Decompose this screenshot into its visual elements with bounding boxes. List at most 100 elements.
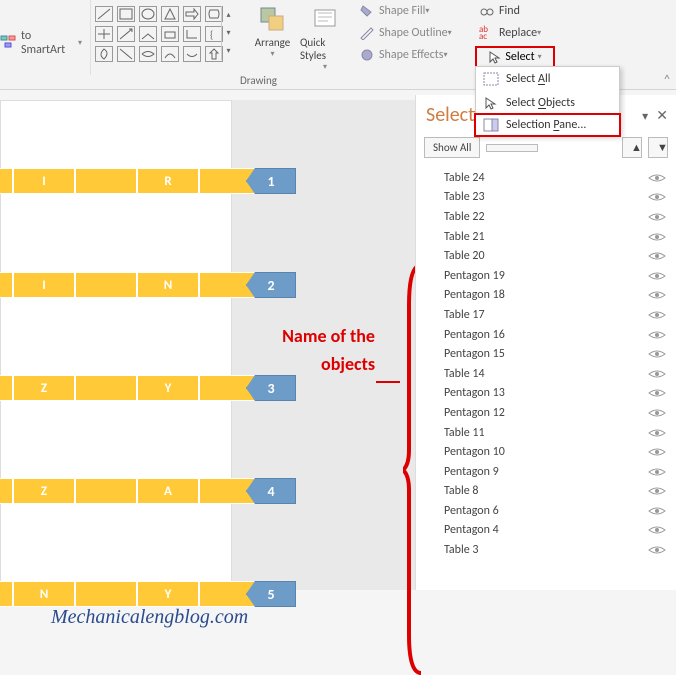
pentagon-shape[interactable]: 5 [246,581,296,607]
table-cell [75,168,137,194]
object-name: Pentagon 16 [444,328,505,342]
object-name: Table 3 [444,543,478,557]
visibility-eye-icon[interactable] [648,250,666,262]
hide-all-button[interactable] [486,144,538,152]
selection-list-item[interactable]: Pentagon 10 [416,442,676,462]
table-row[interactable]: IN [0,272,261,298]
gallery-expand-button[interactable]: ▴▾▾ [221,6,235,60]
visibility-eye-icon[interactable] [648,427,666,439]
visibility-eye-icon[interactable] [648,211,666,223]
dropdown-icon: ▾ [323,62,327,72]
visibility-eye-icon[interactable] [648,191,666,203]
shape-fill-button[interactable]: Shape Fill ▾ [355,0,470,22]
selection-list-item[interactable]: Table 11 [416,423,676,443]
selection-list-item[interactable]: Pentagon 12 [416,403,676,423]
shape-effects-label: Shape Effects [379,48,444,62]
table-cell [0,581,13,607]
selection-list-item[interactable]: Pentagon 18 [416,286,676,306]
shape-outline-button[interactable]: Shape Outline ▾ [355,22,470,44]
slide[interactable]: IR1IN2ZY3ZA4NY5 Mechanicalengblog.com [0,100,232,590]
binoculars-icon [479,4,495,18]
shapes-gallery[interactable]: { ▴▾▾ [90,0,235,75]
pen-icon [359,26,375,40]
table-cell: I [13,168,75,194]
reorder-up-button[interactable]: ▲ [622,137,642,158]
reorder-down-button[interactable]: ▼ [648,137,668,158]
visibility-eye-icon[interactable] [648,348,666,360]
replace-button[interactable]: abac Replace ▾ [475,22,555,44]
dropdown-icon: ▾ [425,6,429,16]
visibility-eye-icon[interactable] [648,172,666,184]
object-name: Pentagon 19 [444,269,505,283]
convert-to-smartart-button[interactable]: to SmartArt ▾ [0,28,82,58]
visibility-eye-icon[interactable] [648,505,666,517]
pane-options-button[interactable]: ▾ ✕ [642,107,668,124]
quick-styles-button[interactable]: Quick Styles ▾ [300,0,350,75]
select-all-label: Select All [506,72,550,86]
visibility-eye-icon[interactable] [648,289,666,301]
svg-text:{: { [210,28,213,40]
show-all-button[interactable]: Show All [424,137,480,158]
selection-list-item[interactable]: Pentagon 16 [416,325,676,345]
pane-close-button[interactable]: ✕ [656,107,668,124]
selection-list-item[interactable]: Pentagon 19 [416,266,676,286]
visibility-eye-icon[interactable] [648,270,666,282]
visibility-eye-icon[interactable] [648,368,666,380]
selection-list-item[interactable]: Table 21 [416,227,676,247]
quick-styles-label: Quick Styles [300,36,350,62]
table-row[interactable]: NY [0,581,261,607]
visibility-eye-icon[interactable] [648,407,666,419]
visibility-eye-icon[interactable] [648,309,666,321]
object-name: Table 8 [444,484,478,498]
visibility-eye-icon[interactable] [648,446,666,458]
selection-list-item[interactable]: Table 8 [416,482,676,502]
pentagon-shape[interactable]: 1 [246,168,296,194]
visibility-eye-icon[interactable] [648,524,666,536]
selection-list-item[interactable]: Table 14 [416,364,676,384]
selection-list-item[interactable]: Table 17 [416,305,676,325]
object-name: Pentagon 13 [444,386,505,400]
object-name: Table 20 [444,249,485,263]
replace-label: Replace [499,26,537,40]
pentagon-shape[interactable]: 4 [246,478,296,504]
selection-pane-label: Selection Pane... [506,118,586,132]
dropdown-icon: ▾ [444,50,448,60]
table-row[interactable]: ZY [0,375,261,401]
selection-list-item[interactable]: Table 3 [416,540,676,560]
selection-list-item[interactable]: Table 23 [416,188,676,208]
slide-canvas: IR1IN2ZY3ZA4NY5 Mechanicalengblog.com Na… [0,100,415,590]
table-row[interactable]: ZA [0,478,261,504]
select-objects-menuitem[interactable]: Select Objects [476,91,619,115]
visibility-eye-icon[interactable] [648,466,666,478]
selection-list-item[interactable]: Pentagon 13 [416,384,676,404]
select-button[interactable]: Select ▾ [475,46,555,68]
selection-list-item[interactable]: Table 20 [416,246,676,266]
bucket-icon [359,4,375,18]
visibility-eye-icon[interactable] [648,231,666,243]
selection-list-item[interactable]: Pentagon 9 [416,462,676,482]
selection-list-item[interactable]: Pentagon 15 [416,344,676,364]
shape-effects-button[interactable]: Shape Effects ▾ [355,44,470,66]
visibility-eye-icon[interactable] [648,544,666,556]
visibility-eye-icon[interactable] [648,485,666,497]
selection-pane-menuitem[interactable]: Selection Pane... [474,113,621,137]
selection-list: Table 24 Table 23 Table 22Table 21 Table 20… [416,168,676,560]
pentagon-shape[interactable]: 2 [246,272,296,298]
object-name: Table 17 [444,308,485,322]
selection-list-item[interactable]: Table 24 [416,168,676,188]
arrange-button[interactable]: Arrange ▾ [245,0,300,75]
object-name: Pentagon 4 [444,523,499,537]
annotation-connector [376,381,400,383]
table-row[interactable]: IR [0,168,261,194]
visibility-eye-icon[interactable] [648,387,666,399]
selection-list-item[interactable]: Pentagon 4 [416,521,676,541]
object-name: Table 23 [444,190,485,204]
object-name: Pentagon 6 [444,504,499,518]
collapse-ribbon-button[interactable]: ^ [664,73,670,87]
find-button[interactable]: Find [475,0,555,22]
visibility-eye-icon[interactable] [648,329,666,341]
select-all-menuitem[interactable]: Select All [476,67,619,91]
pentagon-shape[interactable]: 3 [246,375,296,401]
selection-list-item[interactable]: Pentagon 6 [416,501,676,521]
selection-list-item[interactable]: Table 22 [416,207,676,227]
